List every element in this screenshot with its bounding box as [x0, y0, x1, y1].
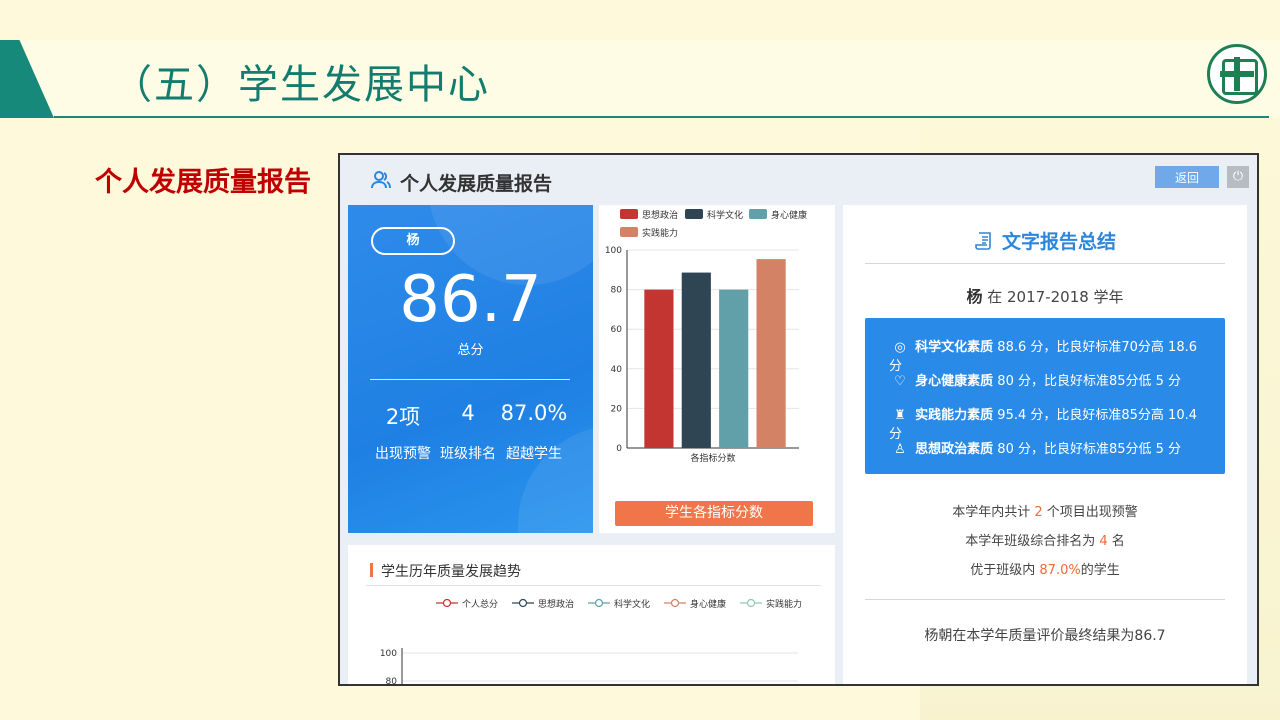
quality-summary-box: ◎ 科学文化素质 88.6 分，比良好标准70分高 18.6 分 ♡ 身心健康素… — [865, 318, 1225, 474]
total-score: 86.7 — [399, 263, 542, 337]
legend-marker — [442, 598, 452, 608]
legend-swatch — [620, 209, 638, 219]
y-tick-label: 80 — [611, 286, 623, 296]
legend-swatch — [749, 209, 767, 219]
legend-label: 身心健康 — [690, 598, 726, 610]
y-tick-label: 0 — [616, 444, 622, 454]
report-item-name: 科学文化素质 — [915, 340, 994, 355]
trend-line-chart: 个人总分 思想政治 科学文化 身心健康 实践能力 80 100 — [380, 598, 802, 686]
report-title-text: 文字报告总结 — [1001, 231, 1116, 253]
header-divider — [54, 116, 1269, 118]
heart-icon: ♡ — [894, 374, 906, 389]
y-tick-label: 80 — [386, 677, 398, 686]
legend-marker — [746, 598, 756, 608]
trend-chart-card: 学生历年质量发展趋势 个人总分 思想政治 科学文化 身心健康 实践能力 80 100 — [348, 545, 835, 686]
legend-label: 思想政治 — [642, 209, 678, 221]
legend-label: 实践能力 — [642, 227, 678, 239]
legend-label: 实践能力 — [766, 598, 802, 610]
legend-marker — [518, 598, 528, 608]
report-item-name: 思想政治素质 — [915, 442, 994, 457]
y-tick-label: 100 — [380, 649, 397, 659]
report-item-name: 实践能力素质 — [915, 408, 994, 423]
legend-label: 科学文化 — [707, 209, 743, 221]
badge-icon: ♙ — [894, 442, 906, 457]
trend-divider — [366, 585, 821, 586]
surpass-percent-label: 超越学生 — [506, 446, 562, 462]
legend-marker — [670, 598, 680, 608]
warning-summary: 本学年内共计 2 个项目出现预警 — [952, 505, 1138, 520]
report-item: ♜ 实践能力素质 95.4 分，比良好标准85分高 10.4 分 — [889, 404, 1209, 442]
indicator-bar-chart-card: 思想政治 科学文化 身心健康实践能力 0 20 40 60 80 100 各指标分数 学生各指标分… — [599, 205, 835, 533]
report-item-text: 80 分，比良好标准85分低 5 分 — [997, 374, 1182, 389]
power-icon[interactable]: ⏻ — [1227, 166, 1249, 188]
page-title: 个人发展质量报告 — [400, 173, 553, 195]
users-icon — [370, 169, 392, 191]
student-name-pill: 杨 — [371, 227, 455, 255]
indicator-bar-chart: 思想政治 科学文化 身心健康实践能力 0 20 40 60 80 100 各指标分数 — [605, 209, 807, 464]
report-item-text: 80 分，比良好标准85分低 5 分 — [997, 442, 1182, 457]
text-report-card: 文字报告总结 杨 在 2017-2018 学年 ◎ 科学文化素质 88.6 分，… — [843, 205, 1247, 684]
report-title: 文字报告总结 — [843, 227, 1247, 256]
legend-label: 科学文化 — [614, 598, 650, 610]
app-topbar: 个人发展质量报告 返回 ⏻ — [340, 155, 1257, 203]
y-tick-label: 20 — [611, 404, 623, 414]
report-year-text: 在 2017-2018 学年 — [987, 288, 1124, 306]
trophy-icon: ♜ — [894, 408, 906, 423]
indicator-scores-button[interactable]: 学生各指标分数 — [615, 501, 813, 526]
legend-label: 思想政治 — [538, 598, 574, 610]
legend-label: 个人总分 — [462, 598, 498, 610]
y-tick-label: 60 — [611, 325, 623, 335]
legend-swatch — [620, 227, 638, 237]
slide-title: （五）学生发展中心 — [112, 62, 490, 108]
bar — [681, 272, 711, 448]
planet-icon: ◎ — [894, 340, 906, 355]
report-student-name: 杨 — [966, 287, 983, 306]
report-item: ♡ 身心健康素质 80 分，比良好标准85分低 5 分 — [889, 370, 1209, 389]
report-year: 杨 在 2017-2018 学年 — [843, 283, 1247, 307]
report-item-name: 身心健康素质 — [915, 374, 994, 389]
surpass-percent: 87.0% — [500, 401, 568, 425]
legend-swatch — [685, 209, 703, 219]
legend-label: 身心健康 — [771, 209, 807, 221]
report-item: ◎ 科学文化素质 88.6 分，比良好标准70分高 18.6 分 — [889, 336, 1209, 374]
back-button[interactable]: 返回 — [1155, 166, 1219, 188]
section-label: 个人发展质量报告 — [95, 167, 311, 198]
document-icon — [974, 231, 994, 256]
rank-summary: 本学年班级综合排名为 4 名 — [965, 534, 1125, 549]
final-result: 杨朝在本学年质量评价最终结果为86.7 — [924, 628, 1166, 644]
bar — [756, 259, 786, 448]
report-item: ♙ 思想政治素质 80 分，比良好标准85分低 5 分 — [889, 438, 1209, 457]
report-divider-2 — [865, 599, 1225, 600]
school-logo — [1207, 44, 1267, 104]
score-card: 杨 86.7 总分 2项 4 87.0% 出现预警 班级排名 超越学生 — [348, 205, 593, 533]
bar — [644, 289, 674, 448]
surpass-summary: 优于班级内 87.0%的学生 — [970, 563, 1120, 578]
x-axis-label: 各指标分数 — [690, 452, 735, 464]
y-tick-label: 100 — [605, 246, 622, 256]
report-divider — [865, 263, 1225, 264]
card-divider — [370, 379, 570, 380]
app-screenshot: 个人发展质量报告 返回 ⏻ 杨 86.7 总分 2项 4 87.0% 出现预警 … — [338, 153, 1259, 686]
total-score-label: 总分 — [457, 343, 484, 358]
y-tick-label: 40 — [611, 365, 623, 375]
legend-marker — [594, 598, 604, 608]
trend-title: 学生历年质量发展趋势 — [381, 564, 521, 580]
bar — [719, 289, 749, 448]
trend-title-accent — [370, 563, 373, 577]
